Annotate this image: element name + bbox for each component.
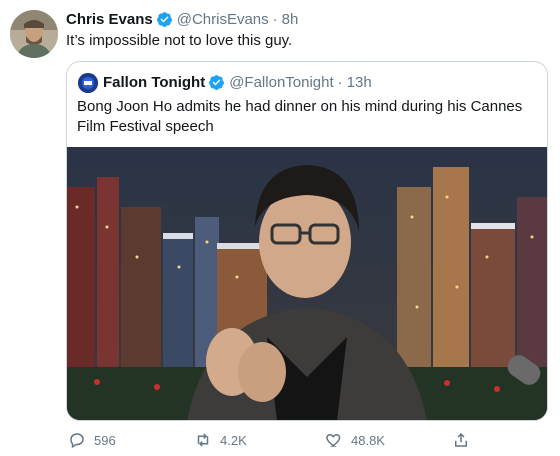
author-name[interactable]: Chris Evans [66, 11, 153, 28]
quoted-author-name[interactable]: Fallon Tonight [103, 74, 205, 91]
tweet-actions: 596 4.2K 48.8K [0, 428, 560, 452]
separator: · [272, 10, 278, 28]
quoted-timestamp[interactable]: 13h [347, 74, 372, 91]
reply-icon [70, 433, 84, 449]
share-button[interactable] [452, 428, 478, 452]
verified-badge-icon [209, 74, 225, 90]
share-icon [455, 432, 467, 447]
quoted-author-handle[interactable]: @FallonTonight [229, 74, 333, 91]
video-thumbnail[interactable] [67, 147, 547, 420]
retweet-count: 4.2K [220, 432, 247, 448]
tweet-text: It’s impossible not to love this guy. [66, 32, 293, 49]
separator: · [337, 73, 343, 91]
avatar[interactable] [10, 10, 58, 58]
quoted-tweet-text: Bong Joon Ho admits he had dinner on his… [77, 98, 523, 135]
like-button[interactable]: 48.8K [325, 428, 385, 452]
like-count: 48.8K [351, 432, 385, 448]
reply-count: 596 [94, 432, 116, 448]
timestamp[interactable]: 8h [282, 11, 299, 28]
author-handle[interactable]: @ChrisEvans [177, 11, 269, 28]
tweet[interactable]: Chris Evans @ChrisEvans · 8h It’s imposs… [0, 0, 560, 456]
verified-badge-icon [156, 11, 172, 27]
tweet-header: Chris Evans @ChrisEvans · 8h [66, 9, 298, 29]
quoted-avatar[interactable] [78, 73, 98, 93]
quoted-header: Fallon Tonight @FallonTonight · 13h [103, 72, 372, 92]
heart-icon [326, 433, 341, 447]
retweet-icon [197, 433, 209, 447]
reply-button[interactable]: 596 [68, 428, 116, 452]
quoted-tweet-card[interactable]: Fallon Tonight @FallonTonight · 13h Bong… [66, 61, 548, 421]
retweet-button[interactable]: 4.2K [194, 428, 247, 452]
